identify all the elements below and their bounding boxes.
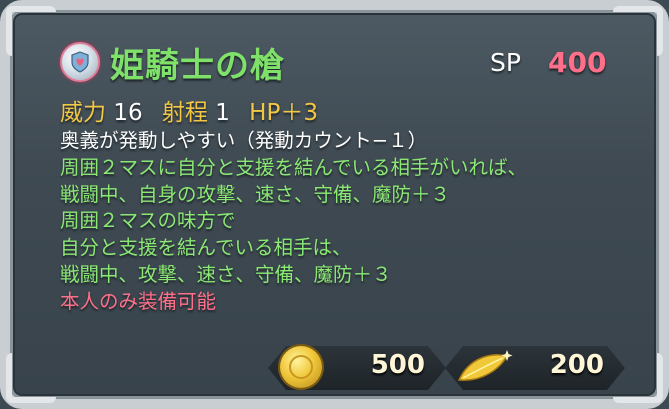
skill-name: 姫騎士の槍 [110, 46, 285, 86]
skill-description: 奥義が発動しやすい（発動カウント−１） 周囲２マスに自分と支援を結んでいる相手が… [60, 128, 620, 316]
description-line: 周囲２マスの味方で [60, 209, 236, 233]
hp-bonus: HP＋3 [249, 100, 318, 126]
description-line: 自分と支援を結んでいる相手は、 [60, 236, 352, 260]
frame-corner [613, 353, 663, 403]
sp-value: 400 [548, 46, 607, 79]
description-line: 戦闘中、自身の攻撃、速さ、守備、魔防＋３ [60, 182, 451, 206]
frame-corner [613, 6, 663, 56]
description-line: 周囲２マスに自分と支援を結んでいる相手がいれば、 [60, 155, 528, 179]
description-line: 戦闘中、攻撃、速さ、守備、魔防＋３ [60, 262, 392, 286]
range-value: 1 [215, 100, 230, 126]
frame-corner [6, 353, 56, 403]
weapon-stats: 威力 16 射程 1 HP＋3 [60, 93, 318, 127]
dew-cost-value: 200 [549, 350, 604, 380]
sparkling-leaf-icon [457, 350, 513, 381]
exclusive-note: 本人のみ装備可能 [60, 289, 217, 313]
gold-cost-value: 500 [370, 350, 425, 380]
heart-shield-icon [60, 42, 100, 82]
sp-label: SP [490, 48, 521, 77]
might-label: 威力 [60, 100, 106, 126]
frame-corner [6, 6, 56, 56]
gold-coin-icon [280, 346, 322, 388]
might-value: 16 [113, 100, 143, 126]
description-line: 奥義が発動しやすい（発動カウント−１） [60, 129, 428, 152]
range-label: 射程 [161, 100, 208, 126]
